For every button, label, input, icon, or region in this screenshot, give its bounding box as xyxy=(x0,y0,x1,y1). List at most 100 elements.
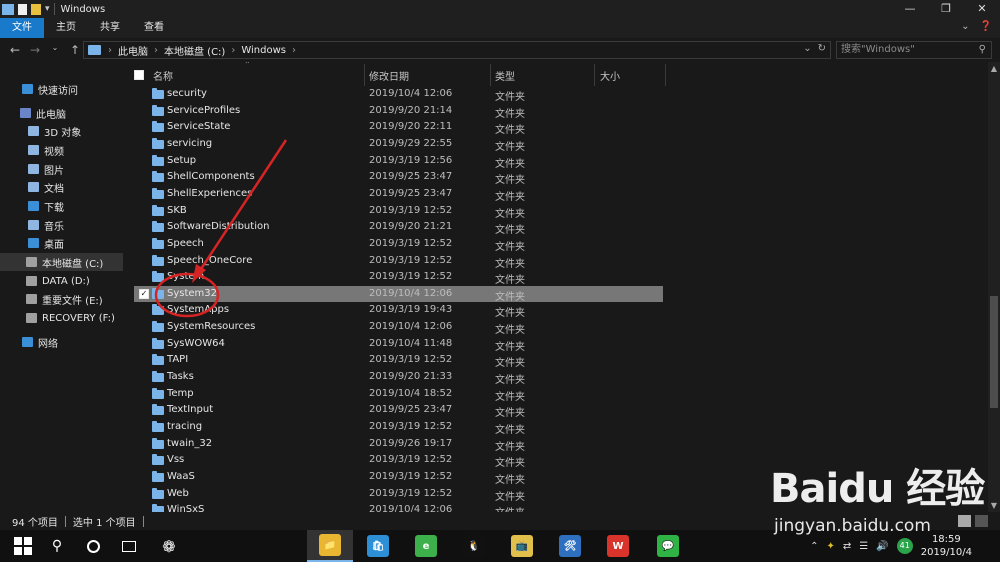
nav-item[interactable]: 快速访问 xyxy=(0,80,123,98)
file-row[interactable]: SysWOW64 2019/10/4 11:48 文件夹 xyxy=(128,336,988,353)
taskbar-app-button[interactable]: W xyxy=(595,530,641,562)
breadcrumb-windows[interactable]: Windows xyxy=(241,45,286,56)
nav-item[interactable]: 本地磁盘 (C:) xyxy=(0,253,123,271)
forward-icon[interactable]: → xyxy=(28,43,42,57)
column-type[interactable]: 类型 xyxy=(495,68,515,83)
new-folder-icon[interactable] xyxy=(31,3,41,15)
help-icon[interactable]: ❓ xyxy=(980,21,992,32)
chevron-right-icon[interactable]: › xyxy=(154,45,158,56)
taskbar-app-button[interactable]: 📁 xyxy=(307,530,353,562)
chevron-right-icon[interactable]: › xyxy=(231,45,235,56)
taskbar-app-button[interactable]: 🐧 xyxy=(451,530,497,562)
vertical-scrollbar[interactable]: ▲ ▼ xyxy=(988,62,1000,512)
maximize-button[interactable]: ❐ xyxy=(928,0,964,18)
select-all-checkbox[interactable] xyxy=(134,70,144,80)
file-row[interactable]: SoftwareDistribution 2019/9/20 21:21 文件夹 xyxy=(128,219,988,236)
nav-item-label: 重要文件 (E:) xyxy=(42,295,103,307)
nav-item[interactable]: 桌面 xyxy=(0,234,123,252)
column-size[interactable]: 大小 xyxy=(600,68,620,83)
file-name: Web xyxy=(167,487,189,499)
file-row[interactable]: WaaS 2019/3/19 12:52 文件夹 xyxy=(128,469,988,486)
file-row[interactable]: security 2019/10/4 12:06 文件夹 xyxy=(128,86,988,103)
file-row[interactable]: Web 2019/3/19 12:52 文件夹 xyxy=(128,486,988,503)
search-input[interactable]: 搜索"Windows" ⚲ xyxy=(836,41,992,59)
properties-icon[interactable] xyxy=(18,3,27,15)
back-icon[interactable]: ← xyxy=(8,43,22,57)
file-row[interactable]: SystemApps 2019/3/19 19:43 文件夹 xyxy=(128,302,988,319)
nav-item[interactable]: 网络 xyxy=(0,333,123,351)
minimize-button[interactable]: — xyxy=(892,0,928,18)
file-row[interactable]: SKB 2019/3/19 12:52 文件夹 xyxy=(128,203,988,220)
nav-item[interactable]: RECOVERY (F:) xyxy=(0,309,123,327)
up-icon[interactable]: ↑ xyxy=(68,43,82,57)
file-row[interactable]: tracing 2019/3/19 12:52 文件夹 xyxy=(128,419,988,436)
column-name[interactable]: 名称 xyxy=(153,68,173,83)
file-row[interactable]: TextInput 2019/9/25 23:47 文件夹 xyxy=(128,402,988,419)
file-row[interactable]: SystemResources 2019/10/4 12:06 文件夹 xyxy=(128,319,988,336)
breadcrumb-this-pc[interactable]: 此电脑 xyxy=(118,43,148,58)
file-row[interactable]: Vss 2019/3/19 12:52 文件夹 xyxy=(128,452,988,469)
tray-app-icon[interactable]: ✦ xyxy=(827,541,835,552)
nav-item[interactable]: 图片 xyxy=(0,160,123,178)
details-view-icon[interactable] xyxy=(958,515,971,527)
close-button[interactable]: ✕ xyxy=(964,0,1000,18)
taskbar-app-button[interactable]: 🛍 xyxy=(355,530,401,562)
file-row[interactable]: WinSxS 2019/10/4 12:06 文件夹 xyxy=(128,502,988,512)
show-hidden-icons-icon[interactable]: ⌃ xyxy=(810,541,818,552)
nav-item[interactable]: 文档 xyxy=(0,178,123,196)
refresh-icon[interactable]: ↻ xyxy=(818,43,826,54)
file-row[interactable]: System 2019/3/19 12:52 文件夹 xyxy=(128,269,988,286)
pinwheel-app-button[interactable]: ❁ xyxy=(146,530,192,562)
nav-item[interactable]: 重要文件 (E:) xyxy=(0,290,123,308)
file-row[interactable]: ShellExperiences 2019/9/25 23:47 文件夹 xyxy=(128,186,988,203)
breadcrumb-local-disk[interactable]: 本地磁盘 (C:) xyxy=(164,43,225,58)
file-row[interactable]: Speech 2019/3/19 12:52 文件夹 xyxy=(128,236,988,253)
chevron-right-icon[interactable]: › xyxy=(292,45,296,56)
address-history-icon[interactable]: ⌄ xyxy=(803,43,811,54)
wifi-icon[interactable]: ☰ xyxy=(859,541,868,552)
search-icon[interactable]: ⚲ xyxy=(979,42,986,58)
nav-item[interactable]: 视频 xyxy=(0,141,123,159)
nav-item[interactable]: 此电脑 xyxy=(0,104,123,122)
taskbar-app-button[interactable]: 🛠 xyxy=(547,530,593,562)
column-date[interactable]: 修改日期 xyxy=(369,68,409,83)
volume-icon[interactable]: 🔊 xyxy=(876,541,888,552)
nav-item[interactable]: DATA (D:) xyxy=(0,272,123,290)
nav-item[interactable]: 下载 xyxy=(0,197,123,215)
file-row[interactable]: ServiceState 2019/9/20 22:11 文件夹 xyxy=(128,119,988,136)
tab-home[interactable]: 主页 xyxy=(44,18,88,38)
tab-file[interactable]: 文件 xyxy=(0,18,44,38)
file-row[interactable]: twain_32 2019/9/26 19:17 文件夹 xyxy=(128,436,988,453)
file-row[interactable]: ShellComponents 2019/9/25 23:47 文件夹 xyxy=(128,169,988,186)
customize-toolbar-icon[interactable]: ▾ xyxy=(45,4,50,14)
tray-badge[interactable]: 41 xyxy=(896,538,913,554)
recent-locations-icon[interactable]: ⌄ xyxy=(48,43,62,57)
chevron-right-icon[interactable]: › xyxy=(108,45,112,56)
taskbar-app-button[interactable]: 📺 xyxy=(499,530,545,562)
file-row[interactable]: Setup 2019/3/19 12:56 文件夹 xyxy=(128,153,988,170)
taskbar-app-button[interactable]: e xyxy=(403,530,449,562)
file-row[interactable]: TAPI 2019/3/19 12:52 文件夹 xyxy=(128,352,988,369)
expand-ribbon-icon[interactable]: ⌄ xyxy=(961,21,969,32)
file-type: 文件夹 xyxy=(495,341,525,353)
large-icons-view-icon[interactable] xyxy=(975,515,988,527)
scroll-thumb[interactable] xyxy=(990,296,998,408)
file-row[interactable]: ✓ System32 2019/10/4 12:06 文件夹 xyxy=(128,285,988,303)
file-row[interactable]: Speech_OneCore 2019/3/19 12:52 文件夹 xyxy=(128,253,988,270)
clock[interactable]: 18:59 2019/10/4 xyxy=(921,533,972,559)
address-bar[interactable]: › 此电脑 › 本地磁盘 (C:) › Windows › ⌄ ↻ xyxy=(83,41,831,59)
file-row[interactable]: Temp 2019/10/4 18:52 文件夹 xyxy=(128,386,988,403)
file-row[interactable]: Tasks 2019/9/20 21:33 文件夹 xyxy=(128,369,988,386)
file-row[interactable]: servicing 2019/9/29 22:55 文件夹 xyxy=(128,136,988,153)
row-checkbox[interactable]: ✓ xyxy=(139,288,149,299)
nav-item[interactable]: 3D 对象 xyxy=(0,122,123,140)
column-divider xyxy=(490,64,491,86)
tab-share[interactable]: 共享 xyxy=(88,18,132,38)
scroll-up-icon[interactable]: ▲ xyxy=(988,64,1000,73)
nav-item[interactable]: 音乐 xyxy=(0,216,123,234)
tab-view[interactable]: 查看 xyxy=(132,18,176,38)
taskbar-app-button[interactable]: 💬 xyxy=(645,530,691,562)
scroll-down-icon[interactable]: ▼ xyxy=(988,501,1000,510)
tray-sync-icon[interactable]: ⇄ xyxy=(843,541,851,552)
file-row[interactable]: ServiceProfiles 2019/9/20 21:14 文件夹 xyxy=(128,103,988,120)
